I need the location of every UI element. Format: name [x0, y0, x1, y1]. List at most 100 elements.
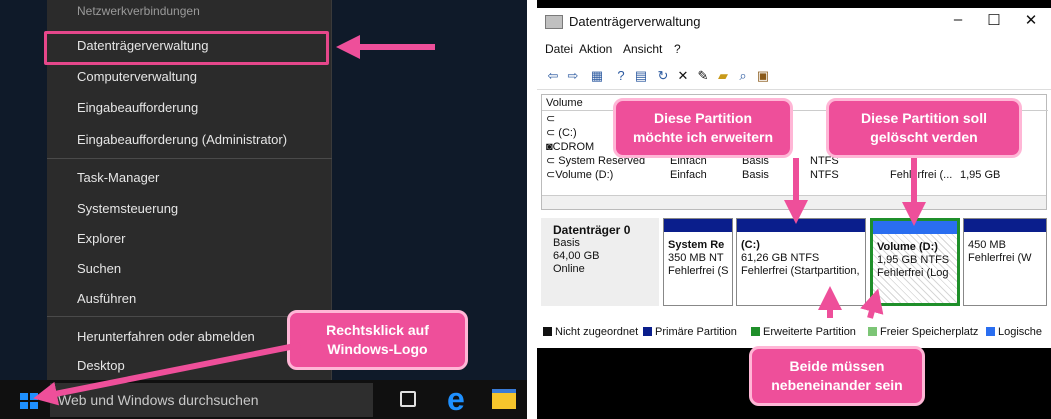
title-bar: Datenträgerverwaltung – ☐ ✕	[537, 8, 1051, 36]
disk-name: Datenträger 0	[553, 223, 631, 237]
forward-arrow-icon[interactable]: ⇨	[565, 68, 581, 84]
volume-fs: NTFS	[810, 169, 839, 181]
menu-help[interactable]: ?	[674, 42, 681, 56]
partition-name: (C:)	[741, 239, 760, 251]
partition-status: Fehlerfrei (Log	[877, 267, 949, 279]
menu-item-netzwerkverbindungen[interactable]: Netzwerkverbindungen	[47, 4, 332, 18]
volume-type: Basis	[742, 169, 769, 181]
partition-status: Fehlerfrei (Startpartition,	[741, 265, 860, 277]
open-folder-icon[interactable]: ▰	[715, 68, 731, 84]
legend-label: Nicht zugeordnet	[555, 326, 639, 338]
edge-browser-icon[interactable]: e	[447, 382, 477, 416]
legend-label: Primäre Partition	[655, 326, 737, 338]
callout-erweitern: Diese Partition möchte ich erweitern	[613, 98, 793, 158]
partition-size: 1,95 GB NTFS	[877, 254, 950, 266]
partition-system-reserved[interactable]: System Re 350 MB NT Fehlerfrei (S	[663, 218, 733, 306]
partition-volume-d[interactable]: Volume (D:) 1,95 GB NTFS Fehlerfrei (Log	[870, 218, 960, 306]
callout-nebeneinander: Beide müssen nebeneinander sein	[749, 346, 925, 406]
disk-graphical-view: Datenträger 0 Basis 64,00 GB Online Syst…	[541, 218, 1047, 318]
console-tree-icon[interactable]: ▦	[589, 68, 605, 84]
partition-text: (C:) 61,26 GB NTFS Fehlerfrei (Startpart…	[741, 239, 860, 278]
menu-item-systemsteuerung[interactable]: Systemsteuerung	[47, 194, 332, 224]
properties-icon[interactable]: ✎	[695, 68, 711, 84]
legend-item-nicht-zugeordnet: Nicht zugeordnet	[543, 326, 638, 338]
volume-capacity: 1,95 GB	[960, 169, 1001, 181]
callout-rechtsklick: Rechtsklick auf Windows-Logo	[287, 310, 468, 370]
legend-item-erweiterte-partition: Erweiterte Partition	[751, 326, 856, 338]
partition-legend: Nicht zugeordnet Primäre Partition Erwei…	[541, 322, 1047, 342]
search-icon[interactable]: ⌕	[735, 68, 751, 84]
partition-color-bar	[873, 221, 957, 234]
menu-aktion[interactable]: Aktion	[579, 42, 612, 56]
partition-size: 350 MB NT	[668, 252, 724, 264]
maximize-icon[interactable]: ☐	[984, 11, 1004, 29]
partition-size: 450 MB	[968, 239, 1006, 251]
volume-name: CDROM	[552, 141, 595, 153]
menu-item-ausfuehren[interactable]: Ausführen	[47, 284, 332, 314]
task-view-icon[interactable]	[400, 391, 416, 407]
close-icon[interactable]: ✕	[1021, 11, 1041, 29]
volume-name: (C:)	[558, 127, 577, 139]
volume-row-c[interactable]: ⊂ (C:)	[546, 126, 577, 140]
settings-icon[interactable]: ▣	[755, 68, 771, 84]
disk-management-window: Datenträgerverwaltung – ☐ ✕ Datei Aktion…	[537, 8, 1051, 348]
legend-label: Logische	[998, 326, 1043, 338]
callout-loeschen: Diese Partition soll gelöscht verden	[826, 98, 1022, 158]
taskbar: Web und Windows durchsuchen e	[0, 380, 527, 419]
partition-color-bar	[964, 219, 1046, 232]
disk-size: 64,00 GB	[553, 250, 600, 262]
partition-color-bar	[664, 219, 732, 232]
legend-label: Freier Speicherplatz	[880, 326, 979, 338]
menu-item-suchen[interactable]: Suchen	[47, 254, 332, 284]
highlight-datentraegerverwaltung	[44, 31, 329, 65]
menu-separator	[47, 158, 332, 159]
legend-item-primaere-partition: Primäre Partition	[643, 326, 737, 338]
column-header-volume[interactable]: Volume	[546, 96, 583, 110]
file-explorer-icon[interactable]	[492, 389, 516, 409]
volume-status: Fehlerfrei (...	[890, 169, 953, 181]
partition-size: 61,26 GB NTFS	[741, 252, 820, 264]
legend-label: Erweiterte Partition	[763, 326, 856, 338]
winx-screenshot: Netzwerkverbindungen Datenträgerverwaltu…	[0, 0, 527, 419]
menu-item-task-manager[interactable]: Task-Manager	[47, 163, 332, 193]
volume-row-cdrom[interactable]: ◙CDROM	[546, 140, 594, 154]
window-title: Datenträgerverwaltung	[569, 14, 701, 29]
delete-icon[interactable]: ✕	[675, 68, 691, 84]
partition-status: Fehlerfrei (S	[668, 265, 729, 277]
partition-status: Fehlerfrei (W	[968, 252, 1032, 264]
volume-layout: Einfach	[670, 169, 707, 181]
help-icon[interactable]: ?	[613, 68, 629, 84]
partition-name: System Re	[668, 239, 725, 251]
toolbar: ⇦ ⇨ ▦ ? ▤ ↻ ✕ ✎ ▰ ⌕ ▣	[537, 64, 1051, 90]
partition-color-bar	[737, 219, 865, 232]
menu-item-eingabeaufforderung-admin[interactable]: Eingabeaufforderung (Administrator)	[47, 125, 332, 155]
disk-type: Basis	[553, 237, 580, 249]
menu-item-eingabeaufforderung[interactable]: Eingabeaufforderung	[47, 93, 332, 123]
view-icon[interactable]: ▤	[633, 68, 649, 84]
disk-management-app-icon	[545, 15, 563, 29]
legend-item-logische: Logische	[986, 326, 1042, 338]
menu-datei[interactable]: Datei	[545, 42, 573, 56]
partition-text: System Re 350 MB NT Fehlerfrei (S	[668, 239, 729, 278]
back-arrow-icon[interactable]: ⇦	[545, 68, 561, 84]
volume-name: Volume (D:)	[555, 169, 614, 181]
partition-text: 450 MB Fehlerfrei (W	[968, 239, 1032, 265]
disk-state: Online	[553, 263, 585, 275]
minimize-icon[interactable]: –	[948, 11, 968, 28]
partition-recovery[interactable]: 450 MB Fehlerfrei (W	[963, 218, 1047, 306]
partition-name: Volume (D:)	[877, 241, 938, 253]
menu-ansicht[interactable]: Ansicht	[623, 42, 662, 56]
disk-management-screenshot: Datenträgerverwaltung – ☐ ✕ Datei Aktion…	[537, 0, 1051, 419]
menu-item-computerverwaltung[interactable]: Computerverwaltung	[47, 62, 332, 92]
partition-text: Volume (D:) 1,95 GB NTFS Fehlerfrei (Log	[877, 241, 949, 280]
taskbar-search-input[interactable]: Web und Windows durchsuchen	[50, 383, 373, 417]
volume-row-0[interactable]: ⊂	[546, 112, 555, 126]
volume-row-d[interactable]: ⊂Volume (D:)	[546, 168, 613, 182]
legend-item-freier-speicherplatz: Freier Speicherplatz	[868, 326, 978, 338]
partition-c[interactable]: (C:) 61,26 GB NTFS Fehlerfrei (Startpart…	[736, 218, 866, 306]
refresh-icon[interactable]: ↻	[655, 68, 671, 84]
windows-logo-icon[interactable]	[14, 389, 44, 411]
horizontal-scrollbar[interactable]	[542, 195, 1046, 209]
menu-item-explorer[interactable]: Explorer	[47, 224, 332, 254]
disk-0-label[interactable]: Datenträger 0 Basis 64,00 GB Online	[541, 218, 659, 306]
